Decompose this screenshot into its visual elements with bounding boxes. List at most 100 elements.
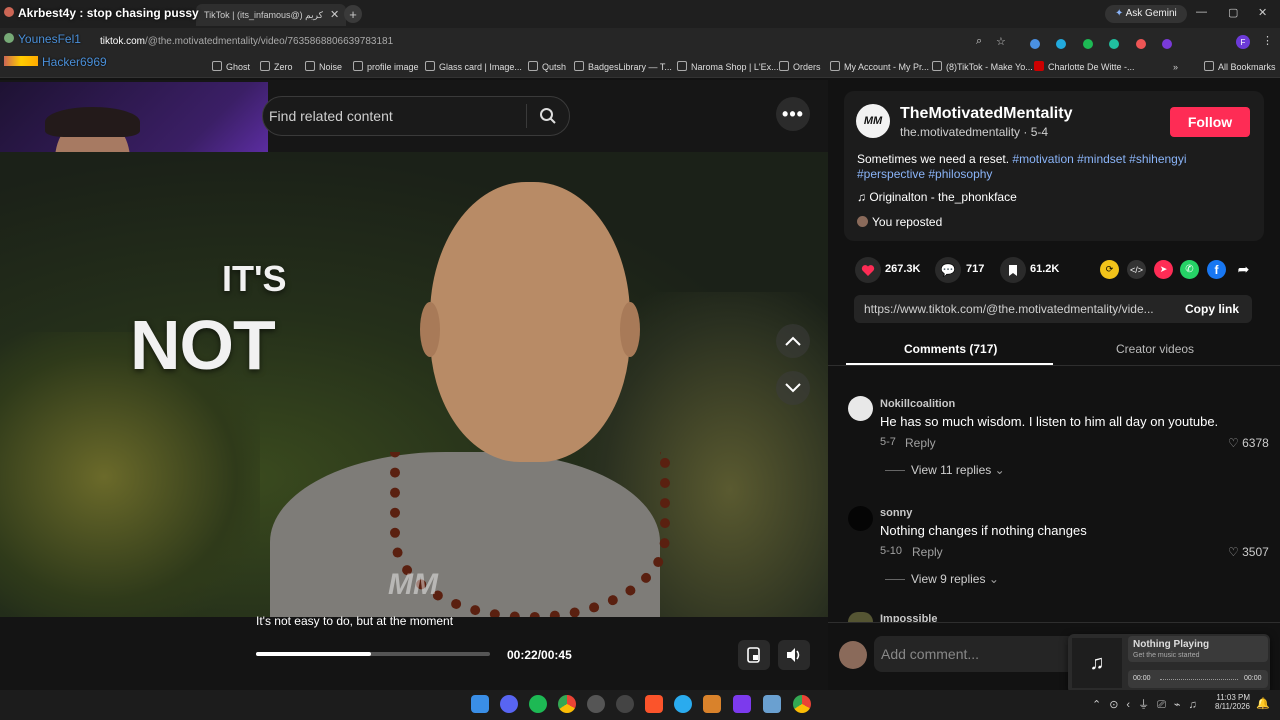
bookmark-item[interactable]: profile image xyxy=(353,60,419,74)
volume-icon[interactable] xyxy=(778,640,810,670)
search-icon[interactable] xyxy=(536,104,560,128)
close-tab-icon[interactable]: ✕ xyxy=(330,8,339,21)
copy-link-button[interactable]: Copy link xyxy=(1185,302,1239,316)
bookmark-item[interactable]: Naroma Shop | L'Ex... xyxy=(677,60,779,74)
tiktok-icon xyxy=(932,61,942,71)
comment-text: He has so much wisdom. I listen to him a… xyxy=(880,414,1219,429)
site-icon xyxy=(574,61,584,71)
browser-tab[interactable]: TikTok | (its_infamous@) كريم xyxy=(196,4,346,26)
follow-button[interactable]: Follow xyxy=(1170,107,1250,137)
more-options-icon[interactable]: ••• xyxy=(776,97,810,131)
more-menu-icon[interactable]: ⋮ xyxy=(1262,34,1273,47)
bookmark-icon[interactable] xyxy=(1000,257,1026,283)
obs-icon[interactable] xyxy=(587,695,605,713)
music-note-icon: ♫ xyxy=(857,190,870,204)
chevron-right-icon[interactable]: » xyxy=(1173,60,1178,74)
embed-icon[interactable]: </> xyxy=(1127,260,1146,279)
bookmark-item[interactable]: Ghost xyxy=(212,60,250,74)
bookmark-item[interactable]: My Account - My Pr... xyxy=(830,60,929,74)
folder-icon xyxy=(779,61,789,71)
comment-username[interactable]: sonny xyxy=(880,507,912,519)
sound-link[interactable]: ♫ Originalton - the_phonkface xyxy=(857,190,1017,204)
taskbar xyxy=(0,690,1280,720)
repost-icon[interactable]: ⟳ xyxy=(1100,260,1119,279)
facebook-icon[interactable]: f xyxy=(1207,260,1226,279)
hashtag-links[interactable]: #motivation #mindset #shihengyi xyxy=(1012,152,1186,166)
chrome-icon[interactable] xyxy=(558,695,576,713)
author-meta: the.motivatedmentality · 5-4 xyxy=(900,125,1049,139)
bookmark-item[interactable]: Noise xyxy=(305,60,342,74)
view-replies-button[interactable]: View 11 replies ⌄ xyxy=(885,463,1005,477)
maximize-icon[interactable]: ▢ xyxy=(1228,6,1238,19)
comment-count: 717 xyxy=(966,263,985,275)
comment-icon[interactable]: 💬 xyxy=(935,257,961,283)
bookmark-item[interactable]: BadgesLibrary — T... xyxy=(574,60,672,74)
app-icon[interactable] xyxy=(733,695,751,713)
zoom-icon[interactable]: ⌕ xyxy=(976,35,982,48)
telegram-icon[interactable] xyxy=(674,695,692,713)
app-icon[interactable] xyxy=(703,695,721,713)
avatar[interactable] xyxy=(848,396,873,421)
ask-gemini-button[interactable]: ✦ Ask Gemini xyxy=(1105,5,1187,23)
share-arrow-icon[interactable]: ➦ xyxy=(1234,260,1253,279)
search-input[interactable]: Find related content xyxy=(269,108,393,124)
bookmark-star-icon[interactable]: ☆ xyxy=(996,35,1006,48)
spotify-icon[interactable] xyxy=(529,695,547,713)
app-icon[interactable] xyxy=(616,695,634,713)
comment-like[interactable]: ♡ 6378 xyxy=(1228,436,1269,450)
url-field[interactable]: tiktok.com/@the.motivatedmentality/video… xyxy=(100,34,1000,50)
bookmark-item[interactable]: Zero xyxy=(260,60,293,74)
start-icon[interactable] xyxy=(471,695,489,713)
brave-icon[interactable] xyxy=(645,695,663,713)
next-video-button[interactable] xyxy=(776,371,810,405)
tab-creator-videos[interactable]: Creator videos xyxy=(1116,342,1194,356)
new-tab-icon[interactable]: + xyxy=(344,5,362,23)
music-time-right: 00:00 xyxy=(1244,675,1262,682)
comment-username[interactable]: Impossible xyxy=(880,613,937,622)
site-icon xyxy=(830,61,840,71)
hashtag-links[interactable]: #perspective #philosophy xyxy=(857,167,992,181)
bookmark-item[interactable]: (8)TikTok - Make Yo... xyxy=(932,60,1033,74)
all-bookmarks[interactable]: All Bookmarks xyxy=(1204,60,1276,74)
chat-username: Hacker6969 xyxy=(4,55,107,69)
bookmark-item[interactable]: Orders xyxy=(779,60,821,74)
extensions-icons[interactable] xyxy=(1030,36,1220,49)
author-avatar[interactable]: MM xyxy=(856,104,890,138)
video-frame[interactable] xyxy=(0,152,828,617)
avatar[interactable] xyxy=(848,612,873,622)
system-tray-icons[interactable]: ⌃⊙‹⏚⎚⌁♫ xyxy=(1092,696,1205,712)
chat-avatar-icon xyxy=(4,33,14,43)
notification-icon[interactable]: 🔔 xyxy=(1256,697,1270,710)
chrome-icon[interactable] xyxy=(793,695,811,713)
chat-username: YounesFel1 xyxy=(4,32,81,46)
reply-button[interactable]: Reply xyxy=(905,436,936,450)
view-replies-button[interactable]: View 9 replies ⌄ xyxy=(885,572,999,586)
bookmark-item[interactable]: Charlotte De Witte -... xyxy=(1034,60,1135,74)
bookmark-item[interactable]: Glass card | Image... xyxy=(425,60,522,74)
folder-icon xyxy=(260,61,270,71)
progress-track[interactable] xyxy=(256,652,490,656)
tab-comments[interactable]: Comments (717) xyxy=(904,342,997,356)
like-icon[interactable] xyxy=(855,257,881,283)
chat-line: Akrbest4y : stop chasing pussy xyxy=(4,6,199,20)
app-icon[interactable] xyxy=(763,695,781,713)
comment-like[interactable]: ♡ 3507 xyxy=(1228,545,1269,559)
pip-icon[interactable] xyxy=(738,640,770,670)
bookmark-item[interactable]: Qutsh xyxy=(528,60,566,74)
avatar[interactable] xyxy=(848,506,873,531)
close-window-icon[interactable]: ✕ xyxy=(1258,6,1267,19)
send-to-friends-icon[interactable]: ➤ xyxy=(1154,260,1173,279)
profile-avatar-icon[interactable]: F xyxy=(1236,35,1250,49)
share-link-url[interactable]: https://www.tiktok.com/@the.motivatedmen… xyxy=(864,302,1164,316)
discord-icon[interactable] xyxy=(500,695,518,713)
previous-video-button[interactable] xyxy=(776,324,810,358)
comment-date: 5-7 xyxy=(880,436,896,448)
reply-button[interactable]: Reply xyxy=(912,545,943,559)
author-display-name[interactable]: TheMotivatedMentality xyxy=(900,105,1072,123)
minimize-icon[interactable]: — xyxy=(1196,6,1207,18)
folder-icon xyxy=(212,61,222,71)
site-icon xyxy=(677,61,687,71)
comment-username[interactable]: Nokillcoalition xyxy=(880,398,955,410)
whatsapp-icon[interactable]: ✆ xyxy=(1180,260,1199,279)
clock[interactable]: 11:03 PM 8/11/2026 xyxy=(1212,693,1250,711)
